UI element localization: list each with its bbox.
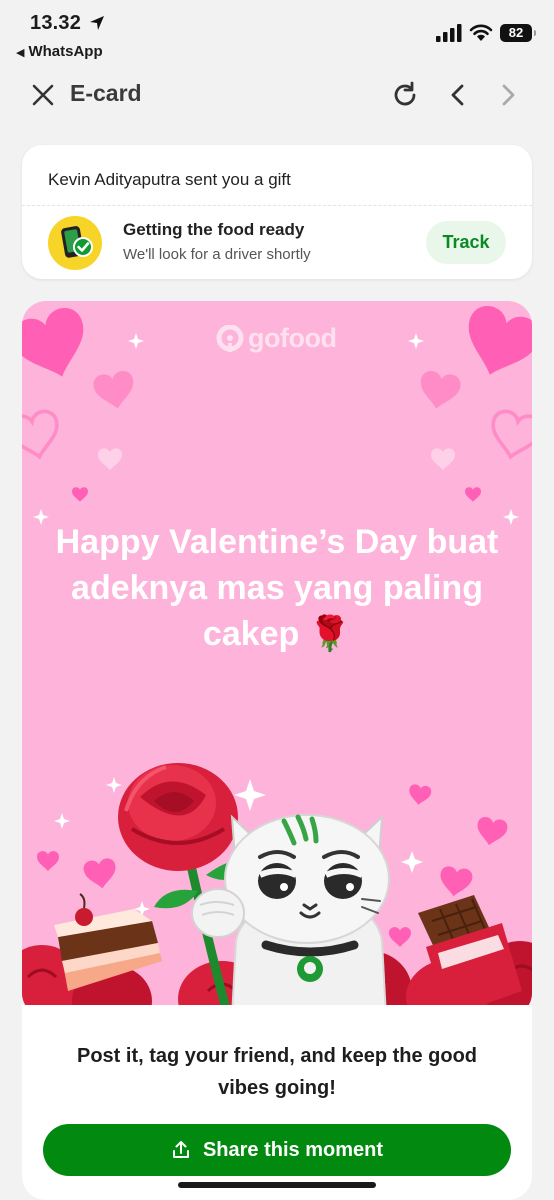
share-button-label: Share this moment bbox=[202, 1138, 384, 1161]
heart-decoration bbox=[98, 448, 122, 471]
back-app-label: WhatsApp bbox=[28, 43, 103, 60]
chevron-left-icon[interactable] bbox=[446, 82, 470, 108]
heart-decoration bbox=[37, 851, 59, 872]
share-icon bbox=[172, 1141, 189, 1158]
valentine-ecard: gofood Happy Valentine’s Day buat adekny… bbox=[22, 301, 532, 1017]
close-icon[interactable] bbox=[30, 82, 56, 108]
heart-decoration bbox=[91, 369, 138, 413]
heart-decoration bbox=[389, 927, 411, 948]
heart-decoration bbox=[82, 857, 119, 891]
battery-indicator: 82 bbox=[500, 24, 536, 42]
refresh-icon[interactable] bbox=[390, 80, 420, 110]
heart-decoration bbox=[407, 783, 432, 807]
status-time: 13.32 bbox=[30, 12, 82, 34]
heart-outline-decoration bbox=[22, 407, 65, 464]
share-button[interactable]: Share this moment bbox=[43, 1124, 511, 1176]
back-to-app-link[interactable]: ◀ WhatsApp bbox=[16, 43, 103, 60]
phone-check-icon bbox=[48, 216, 102, 270]
order-status-title: Getting the food ready bbox=[123, 220, 305, 239]
rose-illustration bbox=[118, 763, 238, 871]
gofood-logo-text: gofood bbox=[248, 323, 337, 353]
heart-decoration bbox=[455, 301, 532, 386]
wifi-icon bbox=[469, 24, 493, 41]
heart-outline-decoration bbox=[485, 407, 532, 464]
gofood-logo: gofood bbox=[216, 323, 337, 354]
heart-decoration bbox=[416, 369, 463, 413]
share-panel: Post it, tag your friend, and keep the g… bbox=[22, 1005, 532, 1200]
heart-decoration bbox=[431, 448, 455, 471]
gofood-logo-icon bbox=[216, 324, 244, 352]
signal-icon bbox=[436, 24, 462, 42]
system-icons: 82 bbox=[436, 22, 536, 44]
gift-card: Kevin Adityaputra sent you a gift Gettin… bbox=[22, 145, 532, 279]
valentine-greeting: Happy Valentine’s Day buat adeknya mas y… bbox=[55, 523, 499, 653]
heart-decoration bbox=[437, 865, 474, 899]
status-bar: 13.32 ◀ WhatsApp 82 bbox=[0, 0, 554, 66]
heart-decoration bbox=[22, 303, 97, 388]
chevron-right-icon[interactable] bbox=[496, 82, 520, 108]
location-arrow-icon bbox=[90, 16, 104, 30]
header-bar: E-card bbox=[0, 72, 554, 118]
gift-sender-text: Kevin Adityaputra sent you a gift bbox=[48, 170, 291, 189]
page-title: E-card bbox=[70, 80, 142, 106]
ecard-illustration bbox=[22, 301, 532, 1017]
order-status-subtitle: We'll look for a driver shortly bbox=[123, 246, 311, 263]
track-button[interactable]: Track bbox=[426, 221, 506, 264]
back-triangle-icon: ◀ bbox=[16, 47, 25, 59]
share-prompt-text: Post it, tag your friend, and keep the g… bbox=[76, 1045, 478, 1099]
heart-decoration bbox=[72, 487, 88, 502]
home-indicator bbox=[178, 1182, 376, 1188]
heart-decoration bbox=[465, 487, 481, 502]
heart-decoration bbox=[474, 815, 509, 848]
gift-divider bbox=[22, 205, 532, 206]
